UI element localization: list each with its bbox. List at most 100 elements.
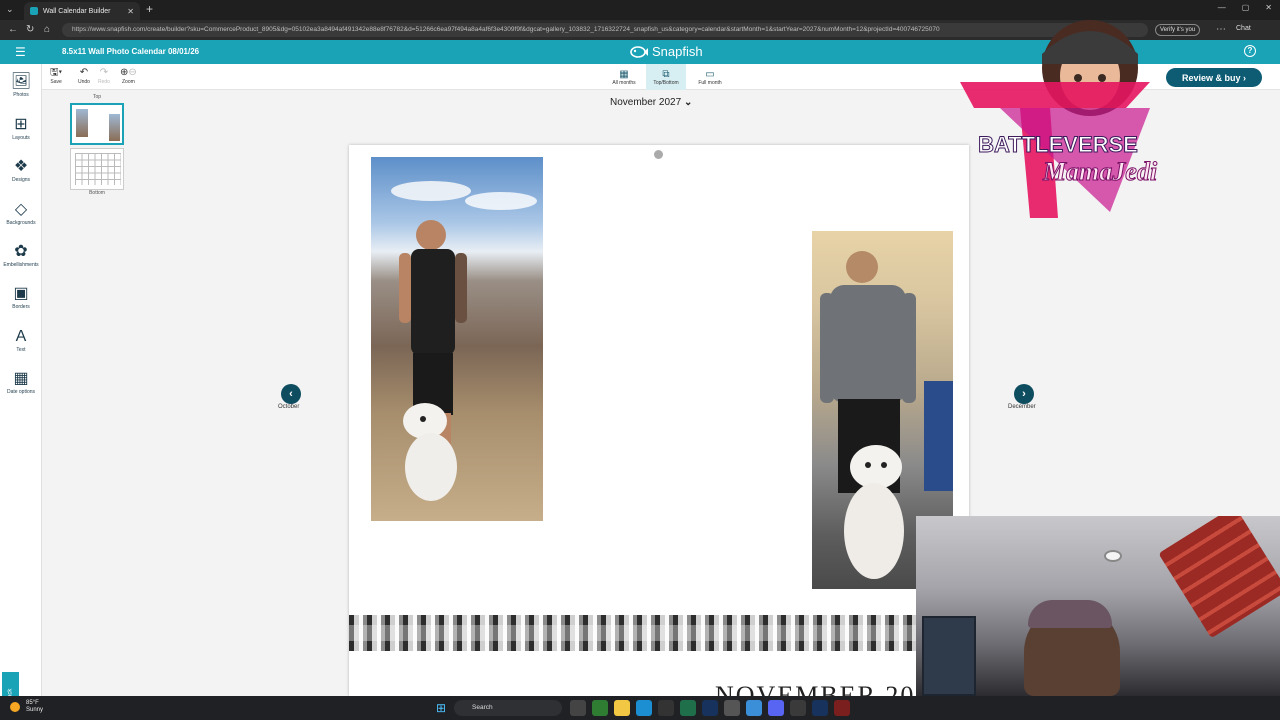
month-heading: NOVEMBER 2027 <box>715 681 946 696</box>
discord-icon[interactable] <box>768 700 784 716</box>
tab-menu-icon[interactable]: ⌄ <box>6 4 14 15</box>
weather-temp: 85°F <box>26 700 39 706</box>
windows-start-icon[interactable]: ⊞ <box>436 701 446 715</box>
minimize-icon[interactable]: — <box>1218 3 1226 12</box>
tab-top-bottom-label: Top/Bottom <box>653 79 679 86</box>
tab-full-month[interactable]: ▭ Full month <box>690 64 730 90</box>
maximize-icon[interactable]: ▢ <box>1242 3 1250 12</box>
undo-button[interactable]: ↶ Undo <box>78 67 90 85</box>
refresh-icon[interactable]: ↻ <box>26 24 34 35</box>
sidebar-item-backgrounds[interactable]: ◇ Backgrounds <box>0 200 42 226</box>
weather-condition: Sunny <box>26 707 44 713</box>
streamer-logo-overlay: BATTLEVERSE MamaJedi <box>960 20 1158 218</box>
file-explorer-icon[interactable] <box>614 700 630 716</box>
edge-icon[interactable] <box>636 700 652 716</box>
tab-all-months[interactable]: ▦ All months <box>604 64 644 90</box>
undo-label: Undo <box>78 79 90 85</box>
sidebar-label: Text <box>16 347 26 353</box>
sidebar-label: Designs <box>11 177 31 183</box>
app-alt-icon[interactable] <box>834 700 850 716</box>
tab-all-months-label: All months <box>612 79 636 86</box>
new-tab-icon[interactable]: + <box>146 2 153 16</box>
thumb-top-label: Top <box>92 94 102 100</box>
photos-icon: 🖼 <box>10 73 32 90</box>
thumb-grid <box>75 153 121 185</box>
xbox-icon[interactable] <box>592 700 608 716</box>
undo-icon: ↶ <box>79 67 89 78</box>
help-icon[interactable]: ? <box>1244 45 1256 57</box>
window-controls: — ▢ ✕ <box>1218 3 1272 12</box>
tab-full-month-label: Full month <box>698 79 722 86</box>
close-tab-icon[interactable]: ✕ <box>127 7 134 16</box>
zoom-icon: ⊕⊖ <box>120 67 137 78</box>
chevron-down-icon: ⌄ <box>683 97 693 108</box>
steam-alt-icon[interactable] <box>812 700 828 716</box>
thumb-bottom[interactable] <box>70 148 124 190</box>
sidebar-item-text[interactable]: A Text <box>0 327 42 353</box>
store-icon[interactable] <box>724 700 740 716</box>
redo-button[interactable]: ↷ Redo <box>98 67 110 85</box>
full-month-icon: ▭ <box>705 68 715 80</box>
snapfish-favicon-icon <box>30 7 38 15</box>
sidebar-item-embellishments[interactable]: ✿ Embellishments <box>0 242 42 268</box>
sidebar-item-date-options[interactable]: ▦ Date options <box>0 369 42 395</box>
taskbar-search-label: Search <box>472 704 493 711</box>
spiral-highlight <box>349 625 969 641</box>
sidebar-item-borders[interactable]: ▣ Borders <box>0 284 42 310</box>
embellishments-icon: ✿ <box>14 243 28 260</box>
sidebar-label: Date options <box>6 389 36 395</box>
webcam-poster <box>922 616 976 696</box>
grid-icon: ▦ <box>619 68 629 80</box>
steam-icon[interactable] <box>702 700 718 716</box>
brand-logo: Snapfish <box>630 44 703 59</box>
sidebar-item-photos[interactable]: 🖼 Photos <box>0 72 42 98</box>
sidebar-label: Backgrounds <box>6 220 36 226</box>
month-selector-label: November 2027 <box>610 97 682 108</box>
layouts-icon: ⊞ <box>14 116 28 133</box>
prev-month-button[interactable]: ‹ <box>281 384 301 404</box>
borders-icon: ▣ <box>13 285 29 302</box>
close-window-icon[interactable]: ✕ <box>1265 3 1272 12</box>
next-month-button[interactable]: › <box>1014 384 1034 404</box>
epic-games-icon[interactable] <box>658 700 674 716</box>
weather-widget[interactable]: 85°F Sunny <box>10 700 43 714</box>
home-icon[interactable]: ⌂ <box>44 24 50 35</box>
logo-line2: MamaJedi <box>1042 157 1158 186</box>
more-icon[interactable]: ⋯ <box>1216 24 1226 35</box>
sidebar-label: Layouts <box>12 135 30 141</box>
windows-taskbar: 85°F Sunny ⊞ Search <box>0 696 1280 720</box>
taskbar-search[interactable]: Search <box>454 700 562 716</box>
app-icon[interactable] <box>680 700 696 716</box>
menu-icon[interactable]: ☰ <box>15 45 26 59</box>
chat-button[interactable]: Chat <box>1236 25 1251 32</box>
obs-icon[interactable] <box>790 700 806 716</box>
thumb-photo <box>76 109 88 137</box>
tab-top-bottom[interactable]: ⧉ Top/Bottom <box>646 64 686 90</box>
drag-handle[interactable] <box>654 150 663 159</box>
browser-tab[interactable]: Wall Calendar Builder ✕ <box>24 2 140 20</box>
zoom-label: Zoom <box>122 79 135 85</box>
sidebar-label: Photos <box>13 92 29 98</box>
calendar-page: NOVEMBER 2027 <box>349 145 969 696</box>
sidebar-item-designs[interactable]: ❖ Designs <box>0 157 42 183</box>
webcam-ceiling-light <box>1104 550 1122 562</box>
tab-title: Wall Calendar Builder <box>43 7 111 15</box>
sidebar-label: Borders <box>12 304 30 310</box>
taskbar-apps <box>570 700 850 716</box>
zoom-button[interactable]: ⊕⊖ Zoom <box>120 67 137 85</box>
tool-sidebar: 🖼 Photos ⊞ Layouts ❖ Designs ◇ Backgroun… <box>0 64 42 720</box>
thumb-top[interactable] <box>70 103 124 145</box>
designs-icon: ❖ <box>13 158 29 175</box>
fish-icon <box>630 45 648 58</box>
chrome-icon[interactable] <box>746 700 762 716</box>
photo-slot-left[interactable] <box>371 157 543 521</box>
backgrounds-icon: ◇ <box>14 201 28 218</box>
task-view-icon[interactable] <box>570 700 586 716</box>
save-icon: 🖫▾ <box>50 67 63 78</box>
save-button[interactable]: 🖫▾ Save <box>50 67 62 85</box>
sidebar-item-layouts[interactable]: ⊞ Layouts <box>0 115 42 141</box>
next-month-label: December <box>1008 404 1036 410</box>
month-selector[interactable]: November 2027 ⌄ <box>610 97 692 108</box>
thumb-bottom-label: Bottom <box>89 190 105 196</box>
back-icon[interactable]: ← <box>8 24 18 35</box>
